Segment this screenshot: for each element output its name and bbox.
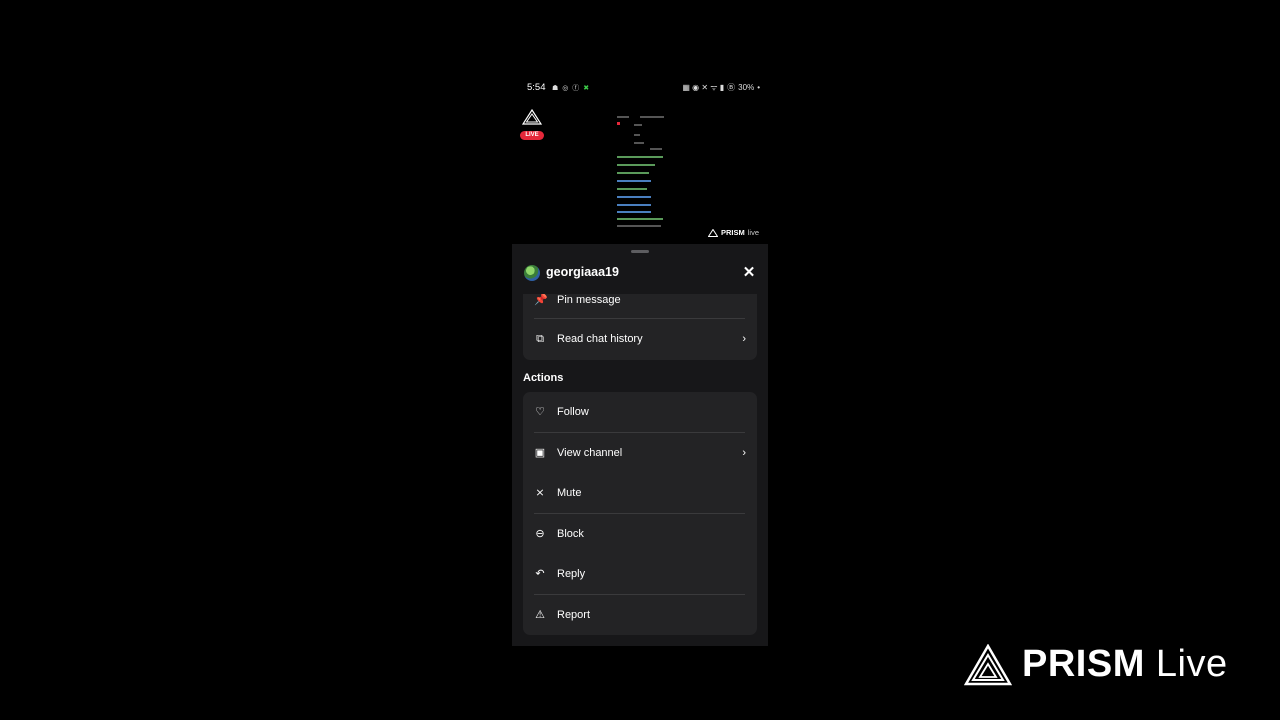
- follow-item[interactable]: ♡ Follow: [523, 392, 757, 433]
- view-channel-label: View channel: [557, 446, 623, 459]
- chevron-right-icon: ›: [742, 333, 746, 346]
- reply-icon: ↶: [535, 568, 545, 581]
- phone-screen: 5:54 ☗ ◎ ⓕ ✖ ▦ ◉ ✕ ᯤ ▮ Ⓑ 30% • LIVE PRIS…: [512, 76, 768, 646]
- system-status-icons: ▦ ◉ ✕ ᯤ ▮ Ⓑ 30% •: [682, 82, 760, 93]
- user-actions-sheet: georgiaaa19 ✕ 📌 Pin message ⧉ Read chat …: [512, 244, 768, 646]
- read-chat-history-item[interactable]: ⧉ Read chat history ›: [523, 319, 757, 360]
- username: georgiaaa19: [546, 265, 619, 279]
- stream-preview: [614, 114, 668, 232]
- actions-section-title: Actions: [523, 372, 564, 384]
- chat-history-icon: ⧉: [536, 333, 544, 346]
- prism-watermark-small: PRISM live: [707, 228, 759, 237]
- mute-icon: ⨯: [535, 487, 545, 500]
- prism-live-text: PRISM Live: [1022, 643, 1228, 686]
- battery-icon: Ⓑ: [727, 83, 736, 92]
- report-item[interactable]: ⚠ Report: [523, 595, 757, 636]
- channel-icon: ▣: [534, 446, 546, 459]
- avatar: [524, 265, 540, 281]
- sheet-header: georgiaaa19 ✕: [512, 260, 768, 294]
- status-bar: 5:54 ☗ ◎ ⓕ ✖ ▦ ◉ ✕ ᯤ ▮ Ⓑ 30% •: [512, 82, 768, 96]
- mute-item[interactable]: ⨯ Mute: [523, 473, 757, 514]
- actions-card: ♡ Follow ▣ View channel › ⨯ Mute ⊖ Block…: [523, 392, 757, 635]
- report-label: Report: [557, 608, 591, 621]
- prism-logo-icon: [521, 108, 543, 125]
- prism-watermark-brand: PRISM: [720, 228, 745, 237]
- view-channel-item[interactable]: ▣ View channel ›: [523, 433, 757, 474]
- close-icon[interactable]: ✕: [740, 264, 758, 282]
- read-chat-history-label: Read chat history: [557, 333, 643, 346]
- live-badge[interactable]: LIVE: [520, 108, 544, 140]
- prism-logo-icon: [964, 643, 1012, 685]
- live-label: LIVE: [520, 131, 544, 140]
- pin-message-label: Pin message: [557, 293, 621, 306]
- notification-extra-icon: ✖: [583, 85, 591, 92]
- heart-icon: ♡: [535, 406, 545, 419]
- prism-brand: PRISM: [1022, 643, 1145, 685]
- prism-logo-icon: [707, 228, 718, 237]
- prism-suffix: Live: [1155, 643, 1228, 685]
- block-label: Block: [557, 527, 584, 540]
- follow-label: Follow: [557, 406, 589, 419]
- report-icon: ⚠: [535, 608, 545, 621]
- status-dot: •: [757, 83, 760, 92]
- block-item[interactable]: ⊖ Block: [523, 514, 757, 555]
- prism-live-watermark: PRISM Live: [964, 643, 1228, 686]
- battery-level: 30%: [738, 83, 755, 92]
- status-time: 5:54: [527, 82, 546, 93]
- prism-watermark-suffix: live: [747, 228, 759, 237]
- chevron-right-icon: ›: [742, 446, 746, 459]
- mute-label: Mute: [557, 487, 582, 500]
- pin-icon: 📌: [534, 293, 548, 306]
- reply-item[interactable]: ↶ Reply: [523, 554, 757, 595]
- block-icon: ⊖: [535, 527, 545, 540]
- drag-handle[interactable]: [631, 250, 649, 253]
- reply-label: Reply: [557, 568, 586, 581]
- notification-icons: ☗ ◎ ⓕ ✖: [552, 85, 591, 92]
- system-icons: ▦ ◉ ✕ ᯤ ▮: [682, 83, 725, 92]
